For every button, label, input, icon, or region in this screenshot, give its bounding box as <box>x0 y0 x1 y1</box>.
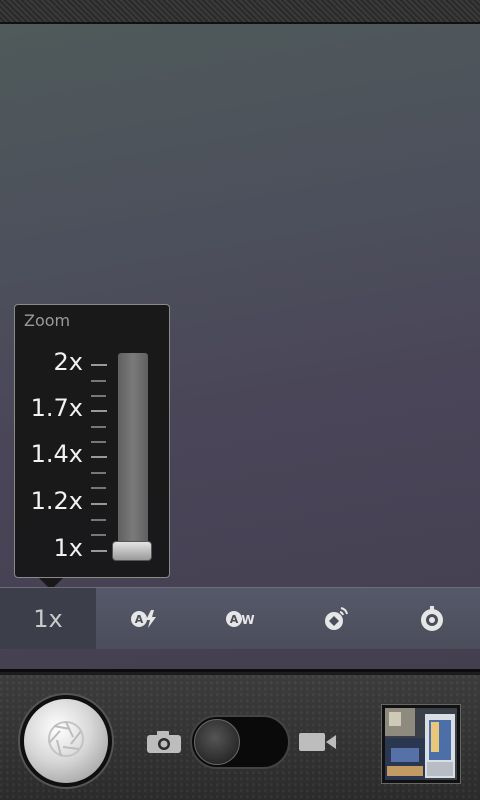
flash-mode-button[interactable]: A <box>96 588 192 649</box>
zoom-button[interactable]: 1x <box>0 588 96 649</box>
status-bar <box>0 0 480 24</box>
white-balance-auto-icon: A W <box>224 608 256 630</box>
zoom-tick <box>91 395 106 397</box>
zoom-popup: Zoom 2x 1.7x 1.4x 1.2x 1x <box>13 304 170 590</box>
zoom-slider-thumb[interactable] <box>112 541 152 561</box>
camera-icon[interactable] <box>146 730 182 758</box>
camera-control-bar <box>0 675 480 800</box>
zoom-tick <box>91 550 107 552</box>
zoom-tick <box>91 487 106 489</box>
settings-icon <box>418 605 446 633</box>
zoom-tick <box>91 380 106 382</box>
camera-video-mode-switch[interactable] <box>146 715 346 769</box>
zoom-level-label[interactable]: 1.7x <box>13 394 83 422</box>
video-camera-icon[interactable] <box>298 731 338 757</box>
zoom-level-label[interactable]: 1.4x <box>13 440 83 468</box>
scene-mode-button[interactable] <box>288 588 384 649</box>
svg-text:A: A <box>230 613 239 626</box>
zoom-tick <box>91 456 107 458</box>
svg-text:A: A <box>135 613 144 626</box>
zoom-tick <box>91 426 106 428</box>
zoom-level-label[interactable]: 1x <box>13 534 83 562</box>
white-balance-button[interactable]: A W <box>192 588 288 649</box>
flash-auto-icon: A <box>129 608 159 630</box>
zoom-tick <box>91 503 107 505</box>
zoom-tick <box>91 472 106 474</box>
mode-switch-track[interactable] <box>190 715 290 769</box>
zoom-slider-track[interactable] <box>118 353 148 561</box>
gallery-thumbnail[interactable] <box>382 705 460 783</box>
zoom-tick <box>91 441 106 443</box>
zoom-level-label[interactable]: 2x <box>13 348 83 376</box>
zoom-tick <box>91 519 106 521</box>
svg-text:W: W <box>241 613 254 627</box>
zoom-level-label[interactable]: 1.2x <box>13 487 83 515</box>
aperture-icon <box>46 719 86 763</box>
settings-button[interactable] <box>384 588 480 649</box>
last-photo-preview <box>385 708 457 780</box>
camera-settings-strip: 1x A A W <box>0 587 480 649</box>
zoom-tick <box>91 364 107 366</box>
scene-mode-icon <box>321 604 351 634</box>
zoom-tick <box>91 534 106 536</box>
shutter-button[interactable] <box>20 695 112 787</box>
zoom-title: Zoom <box>24 311 71 330</box>
zoom-tick <box>91 410 107 412</box>
mode-switch-knob[interactable] <box>194 719 240 765</box>
